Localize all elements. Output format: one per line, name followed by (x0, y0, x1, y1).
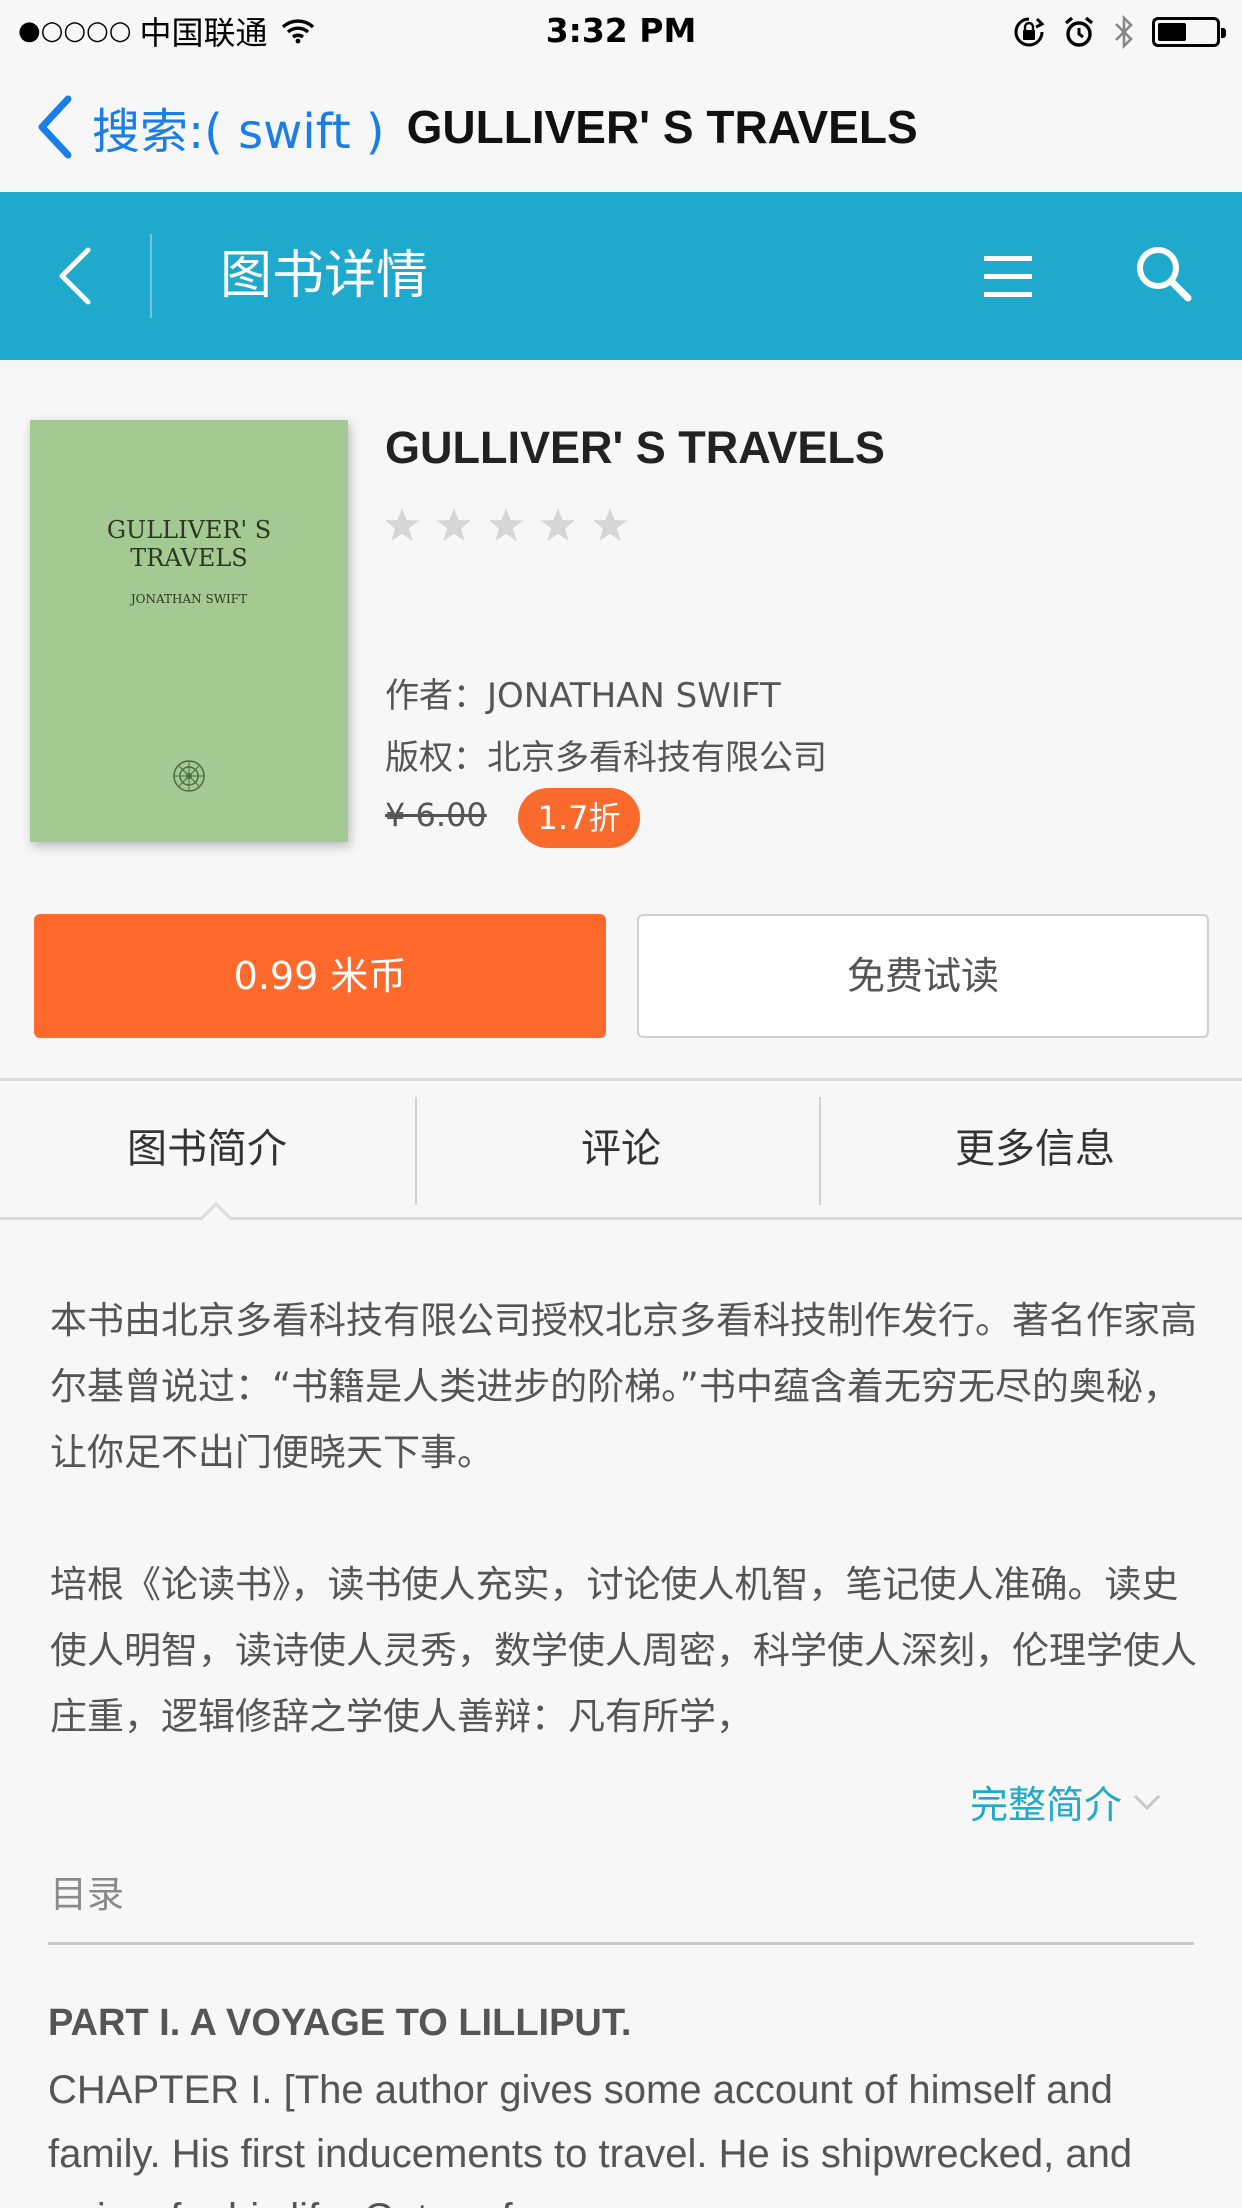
star-icon (593, 508, 627, 541)
book-rights: 版权：北京多看科技有限公司 (385, 738, 827, 778)
original-price: ¥ 6.00 (385, 796, 487, 834)
tab-more-info[interactable]: 更多信息 (828, 1081, 1242, 1217)
full-intro-label: 完整简介 (970, 1783, 1123, 1827)
cover-title: GULLIVER' S TRAVELS (106, 516, 272, 572)
status-bar: ●○○○○ 中国联通 3:32 PM (0, 0, 1242, 62)
buy-button[interactable]: 0.99 米币 (34, 914, 606, 1038)
intro-paragraph: 培根《论读书》，读书使人充实，讨论使人机智，笔记使人准确。读史使人明智，读诗使人… (50, 1563, 1197, 1738)
header-divider (150, 234, 152, 318)
menu-icon[interactable] (978, 246, 1038, 306)
search-icon[interactable] (1130, 240, 1196, 306)
navigation-bar: 搜索:( swift ) GULLIVER' S TRAVELS (0, 62, 1242, 192)
star-icon (541, 508, 575, 541)
battery-icon (1152, 17, 1226, 47)
header-back-icon[interactable] (48, 240, 104, 312)
orientation-lock-icon (1014, 17, 1045, 47)
active-tab-indicator (200, 1201, 232, 1220)
toc-divider (48, 1942, 1194, 1945)
book-cover[interactable]: GULLIVER' S TRAVELS JONATHAN SWIFT (30, 420, 348, 842)
toc-heading: 目录 (50, 1873, 124, 1916)
book-intro: 本书由北京多看科技有限公司授权北京多看科技制作发行。著名作家高尔基曾说过：“书籍… (50, 1288, 1200, 1816)
cover-author: JONATHAN SWIFT (130, 592, 248, 606)
detail-tabs: 图书简介 评论 更多信息 (0, 1078, 1242, 1220)
free-trial-button[interactable]: 免费试读 (637, 914, 1209, 1038)
book-author: 作者：JONATHAN SWIFT (385, 676, 781, 716)
full-intro-link[interactable]: 完整简介 (970, 1774, 1162, 1829)
rating-stars (383, 506, 629, 544)
toc-part-title[interactable]: PART I. A VOYAGE TO LILLIPUT. (48, 2002, 631, 2045)
tab-intro[interactable]: 图书简介 (0, 1081, 414, 1217)
nav-title: GULLIVER' S TRAVELS (406, 101, 918, 153)
star-icon (437, 508, 471, 541)
discount-badge: 1.7折 (518, 788, 640, 848)
alarm-icon (1064, 16, 1094, 47)
tab-divider (819, 1097, 821, 1205)
app-header: 图书详情 (0, 192, 1242, 360)
toc-chapter-item[interactable]: CHAPTER I. [The author gives some accoun… (48, 2058, 1208, 2208)
book-title: GULLIVER' S TRAVELS (385, 422, 885, 473)
intro-paragraph: 本书由北京多看科技有限公司授权北京多看科技制作发行。著名作家高尔基曾说过：“书籍… (50, 1299, 1197, 1474)
battery-level (1158, 23, 1186, 41)
cover-ornament-icon (173, 760, 205, 792)
back-to-search-link[interactable]: 搜索:( swift ) (92, 92, 385, 162)
tab-comments[interactable]: 评论 (414, 1081, 828, 1217)
star-icon (385, 508, 419, 541)
back-chevron-icon[interactable] (34, 92, 80, 162)
header-title: 图书详情 (220, 246, 429, 306)
star-icon (489, 508, 523, 541)
chevron-down-icon (1133, 1794, 1161, 1810)
bluetooth-icon (1115, 14, 1133, 50)
